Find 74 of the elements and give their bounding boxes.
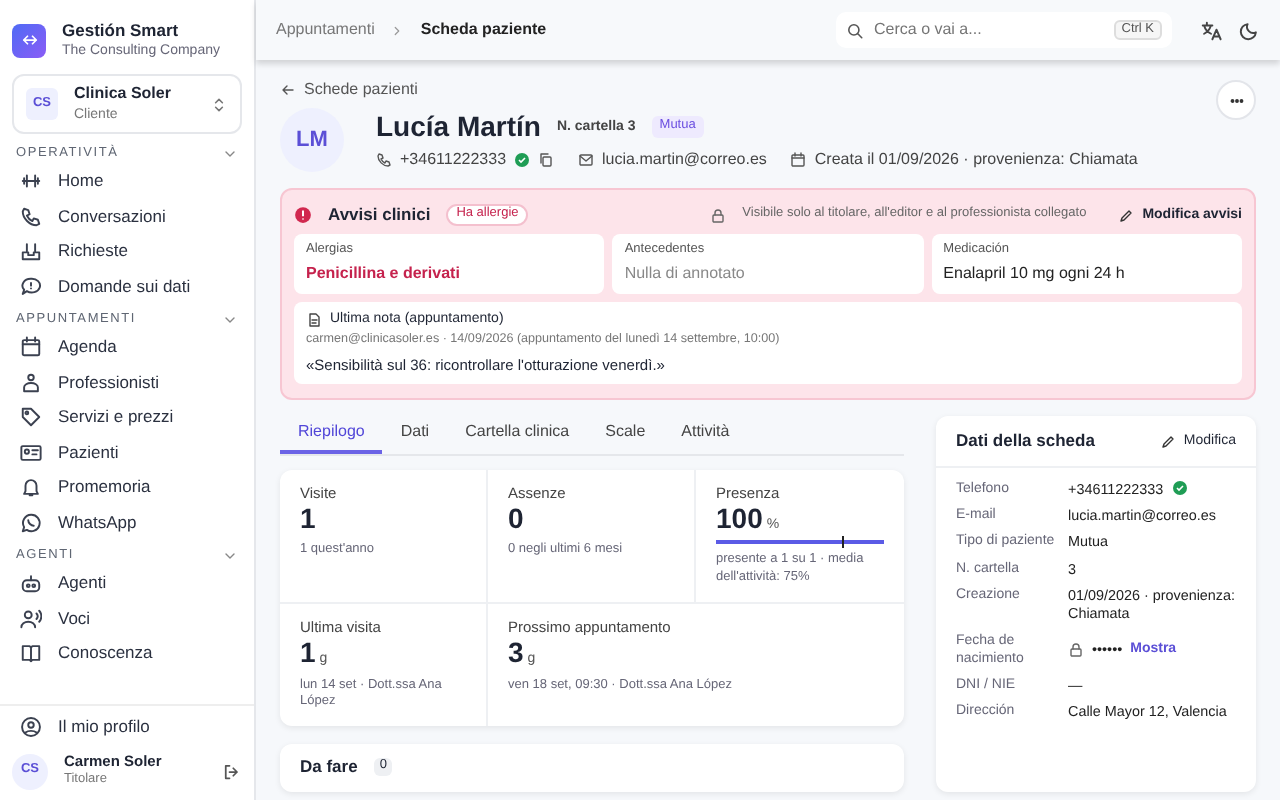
book-icon [20,642,42,665]
field-value: Nulla di annotato [624,264,747,287]
logout-icon[interactable] [222,761,242,782]
patient-avatar: LM [280,108,344,172]
field-value: Penicillina e derivati [306,264,462,287]
calendar-icon [20,336,42,359]
nav-item[interactable]: WhatsApp [12,505,242,541]
alerts-title: Avvisi clinici [328,204,431,227]
nav-item[interactable]: Home [12,164,242,200]
nav-item[interactable]: Promemoria [12,470,242,506]
phone-icon [376,152,392,169]
arrow-left-icon [280,82,296,99]
calendar-icon [790,152,807,169]
alert-icon [294,206,312,225]
tab[interactable]: Dati [382,416,448,454]
inbox-icon [20,240,42,263]
phone-icon [20,205,42,228]
user-circle-icon [20,715,42,738]
pencil-icon [1118,207,1135,224]
lock-icon [1068,641,1084,658]
nav-item[interactable]: Pazienti [12,435,242,471]
copy-icon[interactable] [538,152,555,169]
tab[interactable]: Scale [587,416,664,454]
app-logo-icon [12,23,46,58]
created-info: Creata il 01/09/2026 · provenienza: Chiamata [814,150,1138,172]
stat-value: 1 [300,638,316,669]
tab[interactable]: Cartella clinica [447,416,588,454]
nav-item[interactable]: Servizi e prezzi [12,400,242,436]
stat-value: 1 [300,504,316,535]
nav-item[interactable]: Domande sui dati [12,269,242,305]
nav-item[interactable]: Agenti [12,566,242,602]
search-icon [846,21,864,39]
nav-item[interactable]: Conoscenza [12,636,242,672]
pulse-icon [20,170,42,193]
document-icon [306,311,322,328]
speaker-person-icon [20,607,42,630]
breadcrumb-current: Scheda paziente [420,19,547,41]
patient-phone: +34611222333 [400,150,507,172]
breadcrumb-link[interactable]: Appuntamenti [276,19,375,41]
translate-icon[interactable] [1200,19,1222,41]
tab[interactable]: Attività [663,416,748,454]
nav-item[interactable]: Voci [12,601,242,637]
back-link[interactable]: Schede pazienti [280,80,418,102]
stat-value: 100 [716,504,763,535]
tab[interactable]: Riepilogo [280,416,383,454]
app-name: Gestión Smart [62,20,181,43]
stat-value: 0 [508,504,524,535]
more-button[interactable] [1216,80,1256,120]
field-value: Enalapril 10 mg ogni 24 h [943,264,1127,287]
bell-icon [20,476,42,499]
patient-email: lucia.martin@correo.es [602,150,767,172]
stat-value: 3 [508,638,524,669]
chevron-updown-icon [210,95,228,114]
todo-title: Da fare [300,756,358,780]
search-field[interactable]: Cerca o vai a... [874,19,1104,41]
nav-item[interactable]: Richieste [12,234,242,270]
whatsapp-icon [20,511,42,534]
id-card-icon [20,441,42,464]
pencil-icon [1159,433,1176,450]
robot-icon [20,572,42,595]
profile-link[interactable]: Il mio profilo [12,709,242,745]
org-name: Clinica Soler [74,83,173,106]
nav-item[interactable]: Agenda [12,330,242,366]
theme-toggle-icon[interactable] [1238,19,1260,41]
person-icon [20,371,42,394]
chat-icon [20,275,42,298]
mail-icon [578,152,595,169]
nav-item[interactable]: Conversazioni [12,199,242,235]
details-title: Dati della scheda [956,430,1095,454]
patient-name: Lucía Martín [376,108,541,147]
tag-icon [20,406,42,429]
chevron-right-icon [390,23,405,37]
lock-icon [710,207,727,224]
nav-item[interactable]: Professionisti [12,365,242,401]
